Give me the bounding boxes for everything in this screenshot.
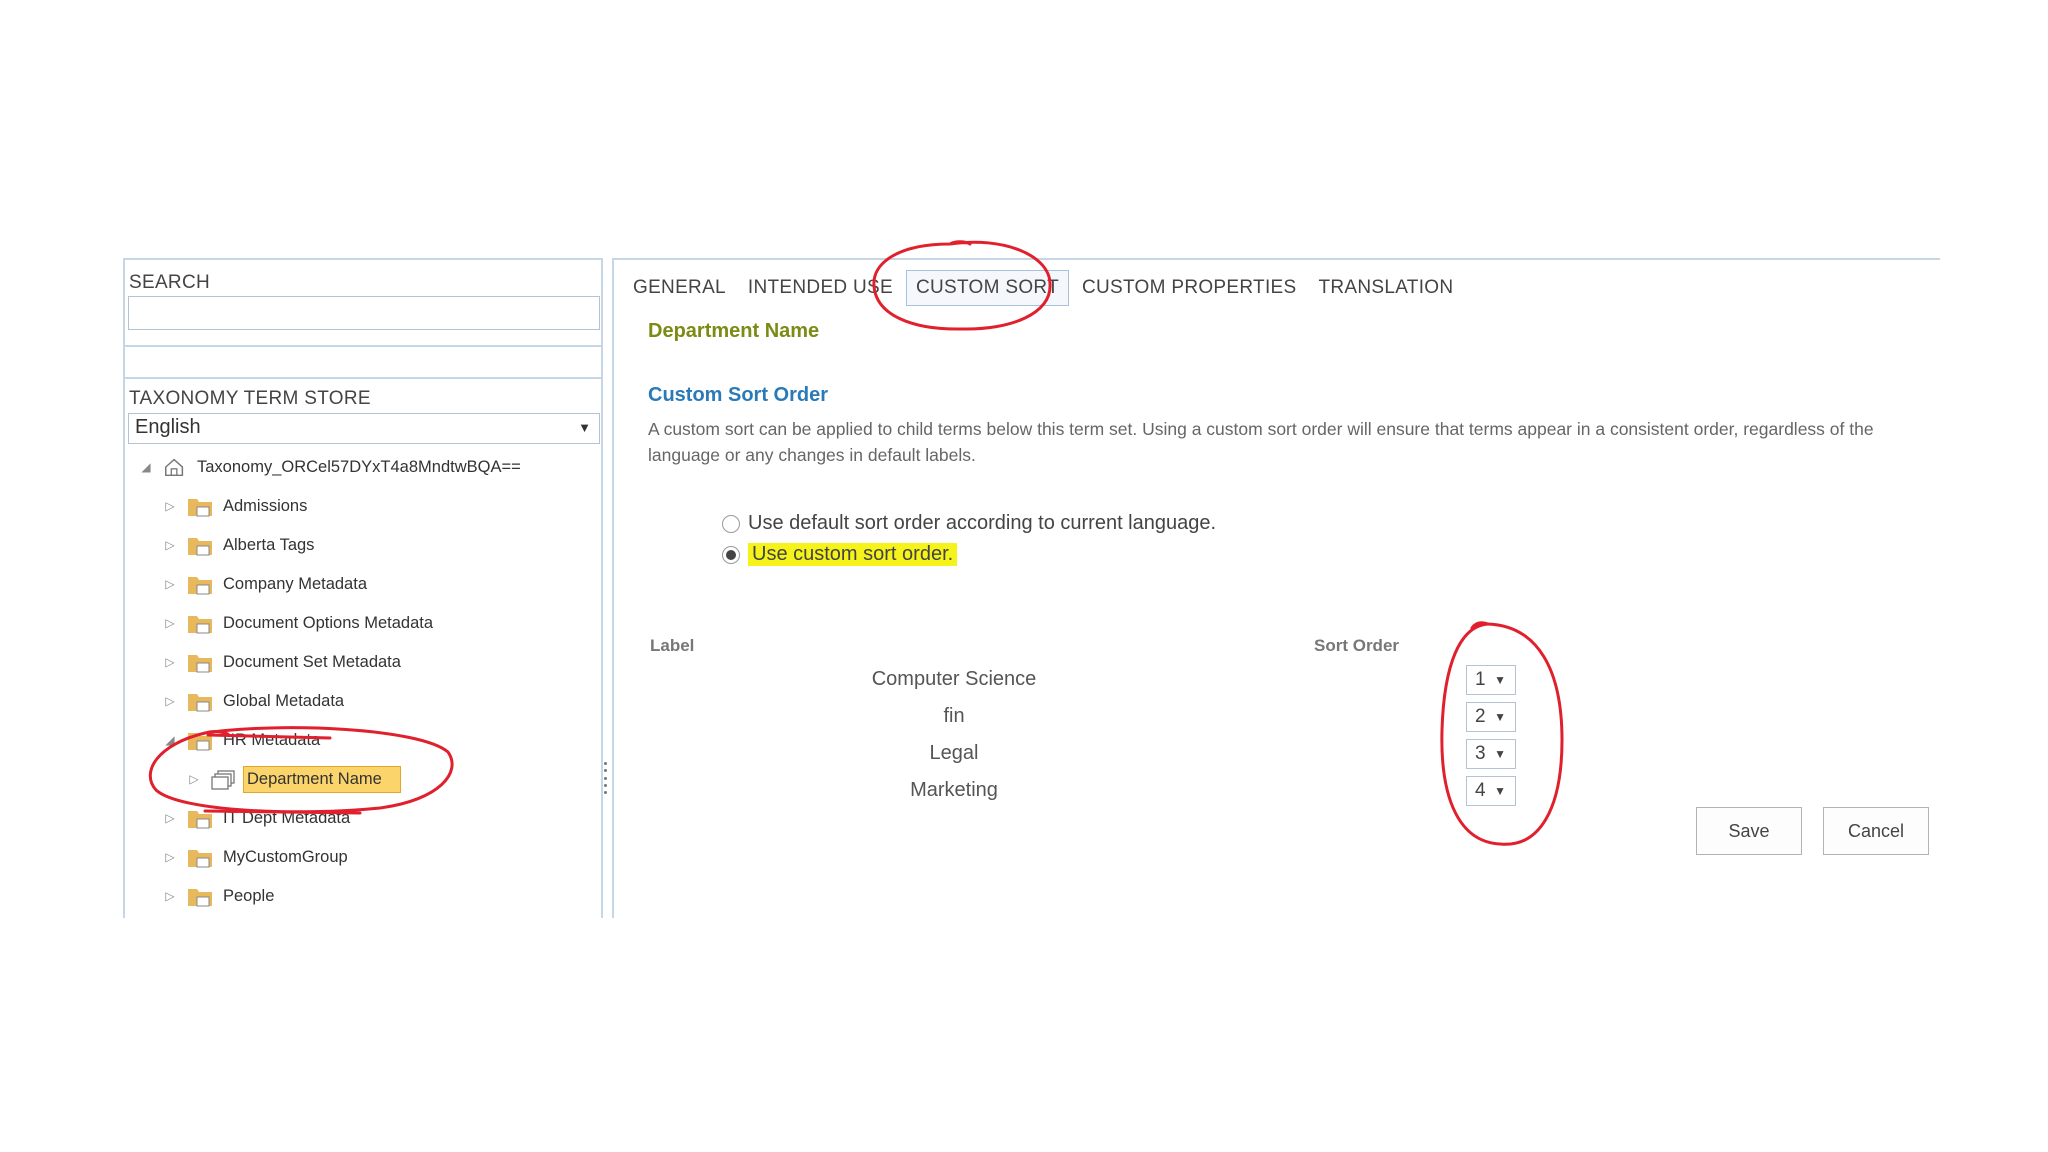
term-label: Computer Science xyxy=(871,668,1037,690)
divider xyxy=(125,345,601,347)
term-label: Marketing xyxy=(910,779,998,801)
term-set-title: Department Name xyxy=(648,320,820,342)
tab-bar: GENERAL INTENDED USE CUSTOM SORT CUSTOM … xyxy=(624,270,1466,306)
group-folder-icon xyxy=(188,811,212,829)
tree-item-it-dept-metadata[interactable]: ▷ IT Dept Metadata xyxy=(163,803,350,833)
tree-item-label: People xyxy=(223,886,275,905)
search-label: SEARCH xyxy=(129,272,210,293)
expand-icon[interactable]: ▷ xyxy=(163,577,177,591)
tree-item-document-options-metadata[interactable]: ▷ Document Options Metadata xyxy=(163,608,433,638)
expand-icon[interactable]: ▷ xyxy=(163,694,177,708)
tree-item-label: IT Dept Metadata xyxy=(223,808,351,827)
radio-custom-sort[interactable]: Use custom sort order. xyxy=(722,543,958,566)
tree-item-document-set-metadata[interactable]: ▷ Document Set Metadata xyxy=(163,647,401,677)
term-label: Legal xyxy=(929,742,979,764)
expand-icon[interactable]: ▷ xyxy=(163,850,177,864)
tree-item-label: Document Set Metadata xyxy=(223,652,401,671)
tree-item-label: HR Metadata xyxy=(223,730,321,749)
divider xyxy=(125,377,601,379)
tab-custom-properties[interactable]: CUSTOM PROPERTIES xyxy=(1073,271,1306,305)
radio-button-checked[interactable] xyxy=(722,545,740,564)
section-description: A custom sort can be applied to child te… xyxy=(648,419,1874,465)
group-folder-icon xyxy=(188,733,212,751)
radio-label: Use default sort order according to curr… xyxy=(748,512,1217,534)
radio-label: Use custom sort order. xyxy=(748,543,958,566)
tree-item-mycustomgroup[interactable]: ▷ MyCustomGroup xyxy=(163,842,348,872)
collapse-icon[interactable]: ◢ xyxy=(163,733,177,747)
expand-icon[interactable]: ▷ xyxy=(187,772,201,786)
tree-item-hr-metadata[interactable]: ◢ HR Metadata xyxy=(163,725,320,755)
properties-pane: GENERAL INTENDED USE CUSTOM SORT CUSTOM … xyxy=(612,258,1940,918)
group-folder-icon xyxy=(188,889,212,907)
tree-item-alberta-tags[interactable]: ▷ Alberta Tags xyxy=(163,530,314,560)
expand-icon[interactable]: ▷ xyxy=(163,655,177,669)
expand-icon[interactable]: ▷ xyxy=(163,616,177,630)
radio-button[interactable] xyxy=(722,514,740,533)
group-folder-icon xyxy=(188,499,212,517)
group-folder-icon xyxy=(188,538,212,556)
sort-order-select[interactable]: 2 ▼ xyxy=(1466,702,1516,732)
term-label: fin xyxy=(943,705,965,727)
dropdown-arrow-icon: ▼ xyxy=(578,420,591,435)
tree-item-label: Admissions xyxy=(223,496,308,515)
sort-order-select[interactable]: 3 ▼ xyxy=(1466,739,1516,769)
tree-root-label: Taxonomy_ORCel57DYxT4a8MndtwBQA== xyxy=(197,457,521,476)
tree-item-label: MyCustomGroup xyxy=(223,847,348,866)
tab-custom-sort[interactable]: CUSTOM SORT xyxy=(905,270,1069,306)
tree-item-people[interactable]: ▷ People xyxy=(163,881,274,911)
expand-icon[interactable]: ▷ xyxy=(163,538,177,552)
tree-item-admissions[interactable]: ▷ Admissions xyxy=(163,491,307,521)
term-store-label: TAXONOMY TERM STORE xyxy=(129,388,371,409)
tree-item-department-name[interactable]: ▷ Department Name xyxy=(187,764,401,794)
group-folder-icon xyxy=(188,577,212,595)
term-store-home-icon xyxy=(165,458,184,477)
language-select[interactable]: English ▼ xyxy=(128,413,600,444)
selected-term-set-label: Department Name xyxy=(243,765,401,793)
radio-default-sort[interactable]: Use default sort order according to curr… xyxy=(722,512,1216,535)
dropdown-arrow-icon: ▼ xyxy=(1494,710,1506,724)
tree-item-global-metadata[interactable]: ▷ Global Metadata xyxy=(163,686,344,716)
language-value: English xyxy=(135,416,201,438)
save-button[interactable]: Save xyxy=(1696,807,1802,855)
sort-order-value: 1 xyxy=(1475,669,1486,690)
dropdown-arrow-icon: ▼ xyxy=(1494,747,1506,761)
dropdown-arrow-icon: ▼ xyxy=(1494,673,1506,687)
group-folder-icon xyxy=(188,694,212,712)
expand-icon[interactable]: ▷ xyxy=(163,811,177,825)
sort-order-value: 2 xyxy=(1475,706,1486,727)
expand-icon[interactable]: ▷ xyxy=(163,889,177,903)
tab-general[interactable]: GENERAL xyxy=(624,271,735,305)
group-folder-icon xyxy=(188,655,212,673)
sort-order-select[interactable]: 4 ▼ xyxy=(1466,776,1516,806)
dropdown-arrow-icon: ▼ xyxy=(1494,784,1506,798)
tree-item-label: Company Metadata xyxy=(223,574,367,593)
navigation-pane: SEARCH TAXONOMY TERM STORE English ▼ ◢ T… xyxy=(123,258,603,918)
tree-item-label: Global Metadata xyxy=(223,691,345,710)
cancel-button[interactable]: Cancel xyxy=(1823,807,1929,855)
expand-icon[interactable]: ▷ xyxy=(163,499,177,513)
sort-order-select[interactable]: 1 ▼ xyxy=(1466,665,1516,695)
group-folder-icon xyxy=(188,850,212,868)
term-set-icon xyxy=(211,770,235,790)
tree-root[interactable]: ◢ Taxonomy_ORCel57DYxT4a8MndtwBQA== xyxy=(139,452,521,482)
search-input[interactable] xyxy=(128,296,600,330)
tree-item-company-metadata[interactable]: ▷ Company Metadata xyxy=(163,569,367,599)
column-header-sort-order: Sort Order xyxy=(1314,636,1400,655)
tree-item-label: Alberta Tags xyxy=(223,535,315,554)
tree-item-label: Document Options Metadata xyxy=(223,613,434,632)
collapse-icon[interactable]: ◢ xyxy=(139,460,153,474)
sort-order-value: 4 xyxy=(1475,780,1486,801)
sort-order-value: 3 xyxy=(1475,743,1486,764)
pane-resize-handle[interactable] xyxy=(602,762,608,794)
group-folder-icon xyxy=(188,616,212,634)
section-title: Custom Sort Order xyxy=(648,384,829,406)
column-header-label: Label xyxy=(650,636,695,655)
tab-intended-use[interactable]: INTENDED USE xyxy=(739,271,902,305)
tab-translation[interactable]: TRANSLATION xyxy=(1309,271,1462,305)
